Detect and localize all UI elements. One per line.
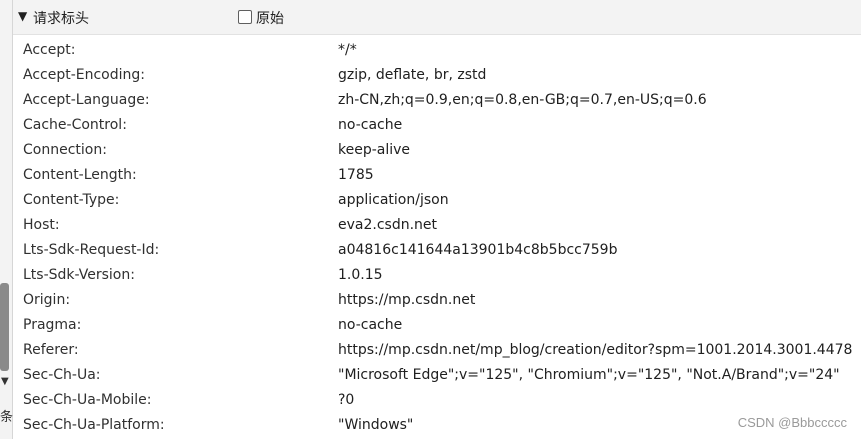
header-row[interactable]: Accept-Language: zh-CN,zh;q=0.9,en;q=0.8,…	[13, 88, 861, 113]
header-row[interactable]: Host: eva2.csdn.net	[13, 213, 861, 238]
header-row[interactable]: Sec-Ch-Ua: "Microsoft Edge";v="125", "Chr…	[13, 363, 861, 388]
header-value[interactable]: 1.0.15	[338, 263, 383, 288]
header-name: Cache-Control:	[23, 117, 127, 133]
header-value[interactable]: application/json	[338, 188, 449, 213]
header-name: Sec-Ch-Ua-Platform:	[23, 417, 165, 433]
header-row[interactable]: Content-Type: application/json	[13, 188, 861, 213]
header-row[interactable]: Accept-Encoding: gzip, deflate, br, zstd	[13, 63, 861, 88]
header-name: Sec-Ch-Ua-Mobile:	[23, 392, 152, 408]
header-list: Accept: */* Accept-Encoding: gzip, deflate,…	[13, 38, 861, 438]
header-value[interactable]: 1785	[338, 163, 374, 188]
header-name: Accept-Language:	[23, 92, 150, 108]
header-name: Accept:	[23, 42, 76, 58]
header-row[interactable]: Lts-Sdk-Request-Id: a04816c141644a13901b4…	[13, 238, 861, 263]
side-label: 条	[0, 410, 14, 425]
header-name: Accept-Encoding:	[23, 67, 146, 83]
chevron-down-icon[interactable]: ▼	[1, 376, 9, 387]
scrollbar-thumb[interactable]	[0, 283, 9, 371]
collapse-toggle-icon[interactable]: ▼	[18, 9, 27, 23]
header-name: Referer:	[23, 342, 79, 358]
header-name: Content-Length:	[23, 167, 137, 183]
header-name: Connection:	[23, 142, 107, 158]
raw-checkbox-label[interactable]: 原始	[256, 8, 284, 28]
header-name: Lts-Sdk-Version:	[23, 267, 135, 283]
header-value[interactable]: */*	[338, 38, 357, 63]
header-row[interactable]: Sec-Ch-Ua-Platform: "Windows"	[13, 413, 861, 438]
section-title[interactable]: 请求标头	[33, 8, 89, 28]
header-row[interactable]: Origin: https://mp.csdn.net	[13, 288, 861, 313]
header-row[interactable]: Referer: https://mp.csdn.net/mp_blog/crea…	[13, 338, 861, 363]
header-name: Pragma:	[23, 317, 82, 333]
header-row[interactable]: Lts-Sdk-Version: 1.0.15	[13, 263, 861, 288]
header-value[interactable]: gzip, deflate, br, zstd	[338, 63, 486, 88]
header-name: Content-Type:	[23, 192, 120, 208]
header-name: Lts-Sdk-Request-Id:	[23, 242, 160, 258]
header-row[interactable]: Sec-Ch-Ua-Mobile: ?0	[13, 388, 861, 413]
header-value[interactable]: https://mp.csdn.net	[338, 288, 475, 313]
header-row[interactable]: Cache-Control: no-cache	[13, 113, 861, 138]
header-value[interactable]: "Windows"	[338, 413, 413, 438]
header-row[interactable]: Content-Length: 1785	[13, 163, 861, 188]
header-name: Sec-Ch-Ua:	[23, 367, 101, 383]
section-header[interactable]: ▼ 请求标头 原始	[13, 0, 861, 35]
header-value[interactable]: ?0	[338, 388, 354, 413]
request-headers-panel: ▼ 请求标头 原始 Accept: */* Accept-Encoding: gzip…	[12, 0, 861, 439]
header-row[interactable]: Pragma: no-cache	[13, 313, 861, 338]
header-value[interactable]: keep-alive	[338, 138, 410, 163]
raw-checkbox[interactable]	[238, 10, 252, 24]
header-value[interactable]: zh-CN,zh;q=0.9,en;q=0.8,en-GB;q=0.7,en-U…	[338, 88, 707, 113]
header-value[interactable]: no-cache	[338, 113, 402, 138]
header-row[interactable]: Connection: keep-alive	[13, 138, 861, 163]
header-row[interactable]: Accept: */*	[13, 38, 861, 63]
header-name: Origin:	[23, 292, 71, 308]
header-value[interactable]: eva2.csdn.net	[338, 213, 437, 238]
header-value[interactable]: "Microsoft Edge";v="125", "Chromium";v="…	[338, 363, 840, 388]
header-value[interactable]: a04816c141644a13901b4c8b5bcc759b	[338, 238, 617, 263]
header-value[interactable]: https://mp.csdn.net/mp_blog/creation/edi…	[338, 338, 852, 363]
header-value[interactable]: no-cache	[338, 313, 402, 338]
header-name: Host:	[23, 217, 60, 233]
watermark: CSDN @Bbbccccc	[737, 415, 847, 430]
